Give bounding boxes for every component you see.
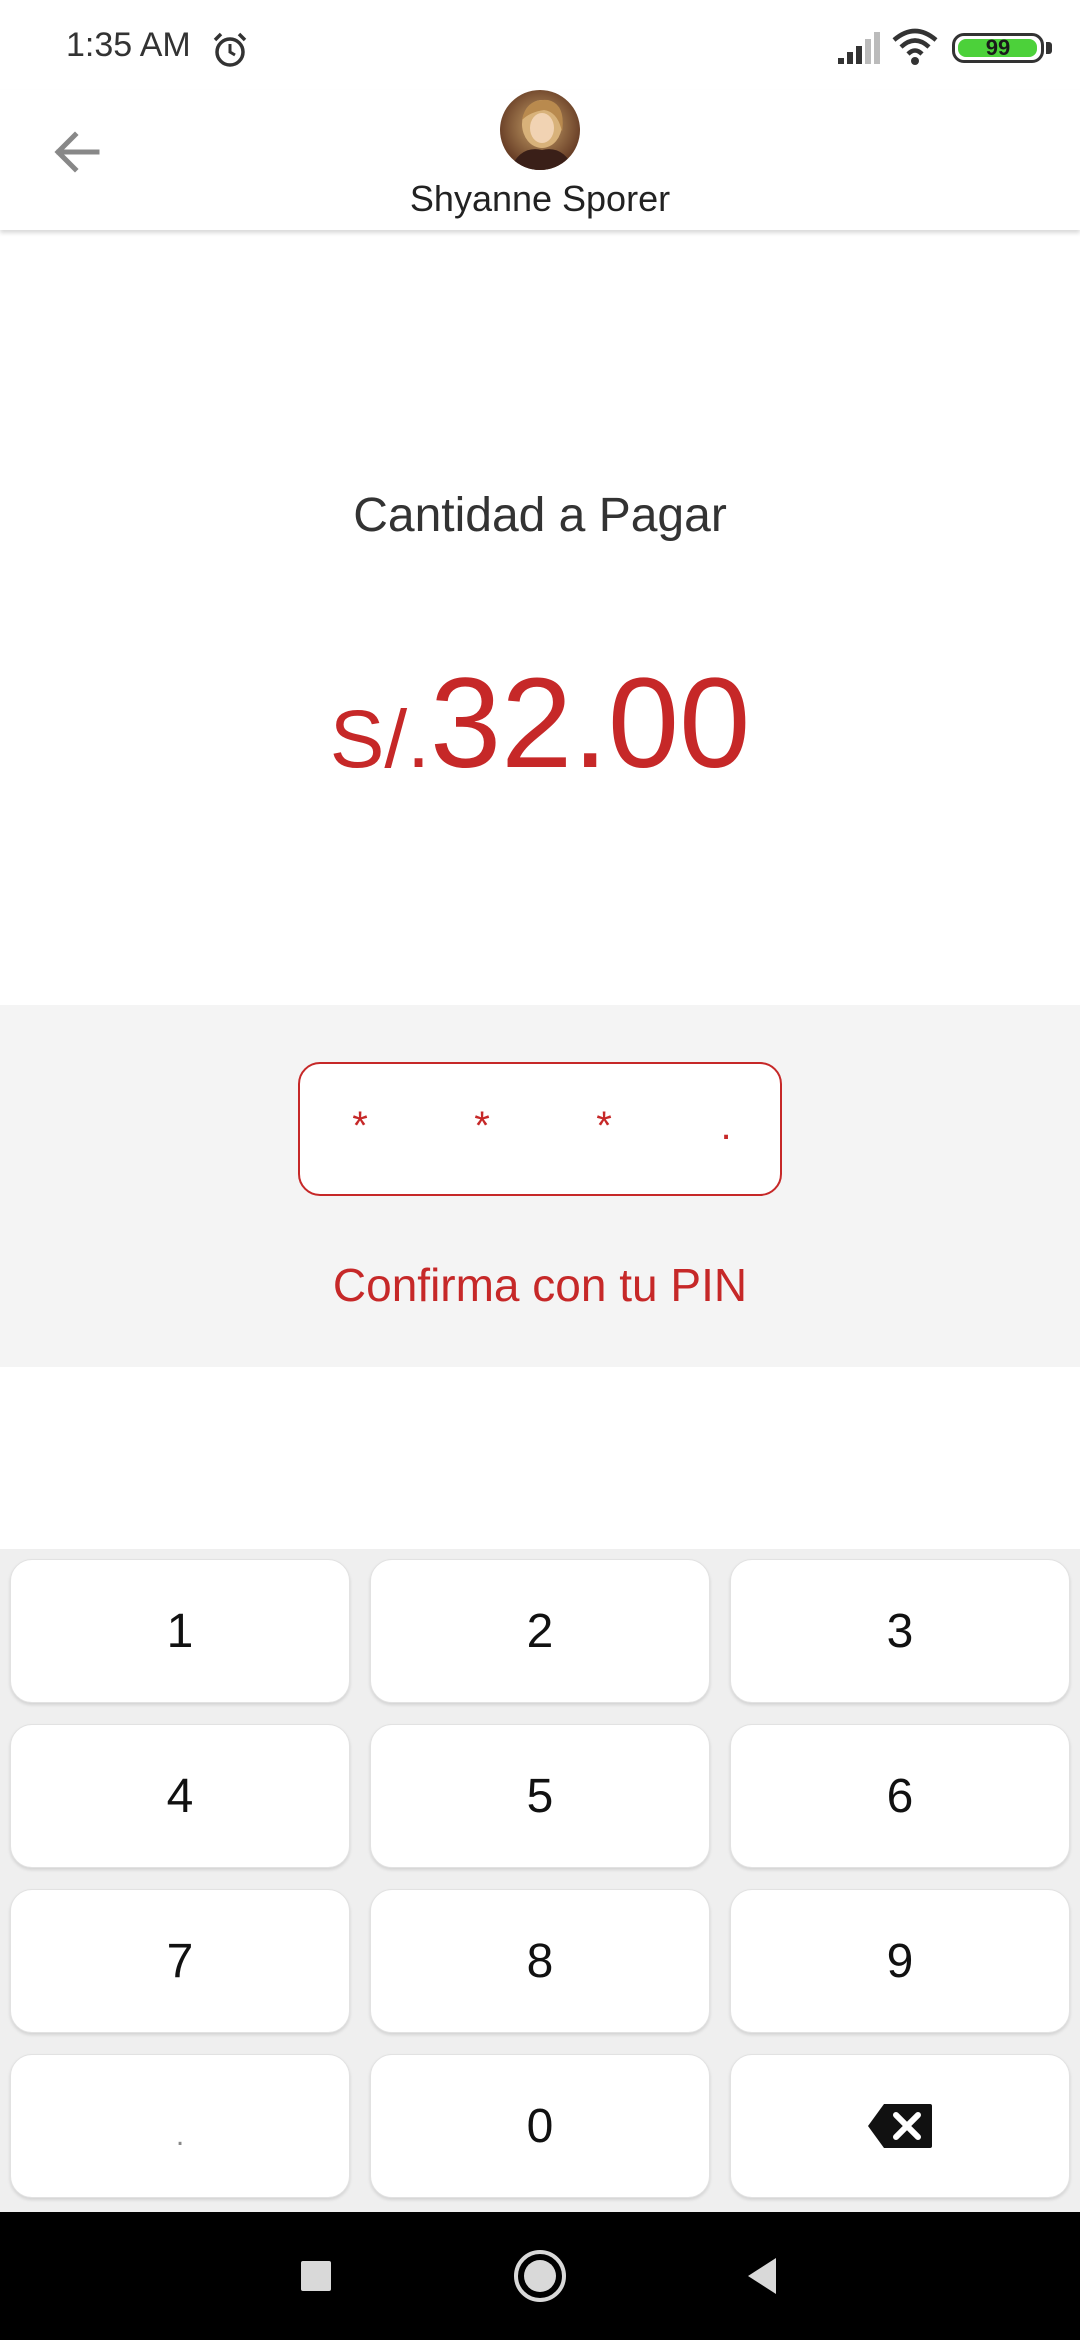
- currency-symbol: S/.: [329, 694, 430, 785]
- avatar-photo: [500, 90, 580, 170]
- amount-display: S/.32.00: [0, 650, 1080, 797]
- alarm-clock-icon: [213, 32, 247, 67]
- avatar: [500, 90, 580, 170]
- home-circle-icon: [514, 2250, 566, 2302]
- key-0[interactable]: 0: [370, 2054, 710, 2198]
- pin-input[interactable]: * * * .: [298, 1062, 782, 1196]
- amount-value: 32.00: [429, 652, 751, 795]
- app-header: Shyanne Sporer: [0, 90, 1080, 230]
- home-button[interactable]: [500, 2236, 580, 2316]
- pin-digit-2: *: [474, 1104, 490, 1148]
- back-triangle-icon: [748, 2258, 776, 2294]
- key-decimal[interactable]: .: [10, 2054, 350, 2198]
- pin-digit-1: *: [352, 1104, 368, 1148]
- recents-square-icon: [301, 2261, 331, 2291]
- backspace-button[interactable]: [730, 2054, 1070, 2198]
- status-bar: 1:35 AM 99: [0, 0, 1080, 90]
- nav-back-button[interactable]: [722, 2236, 802, 2316]
- pin-digit-4: .: [720, 1104, 732, 1148]
- wifi-icon: [892, 28, 938, 65]
- key-4[interactable]: 4: [10, 1724, 350, 1868]
- pin-hint: Confirma con tu PIN: [332, 1259, 748, 1311]
- amount-label: Cantidad a Pagar: [353, 489, 727, 542]
- key-8[interactable]: 8: [370, 1889, 710, 2033]
- battery-percent: 99: [985, 35, 1011, 60]
- arrow-left-icon: [54, 131, 100, 173]
- battery-indicator: 99: [952, 33, 1054, 65]
- key-5[interactable]: 5: [370, 1724, 710, 1868]
- key-9[interactable]: 9: [730, 1889, 1070, 2033]
- status-time: 1:35 AM: [66, 26, 191, 64]
- key-2[interactable]: 2: [370, 1559, 710, 1703]
- recents-button[interactable]: [276, 2236, 356, 2316]
- pin-section: * * * . Confirma con tu PIN: [0, 1005, 1080, 1367]
- pin-digit-3: *: [596, 1104, 612, 1148]
- contact-name: Shyanne Sporer: [409, 178, 671, 219]
- key-7[interactable]: 7: [10, 1889, 350, 2033]
- system-nav-bar: [0, 2212, 1080, 2340]
- key-1[interactable]: 1: [10, 1559, 350, 1703]
- backspace-icon: [868, 2104, 932, 2148]
- key-6[interactable]: 6: [730, 1724, 1070, 1868]
- numeric-keypad: 1 2 3 4 5 6 7 8 9 . 0: [0, 1549, 1080, 2212]
- key-3[interactable]: 3: [730, 1559, 1070, 1703]
- cell-signal-icon: [838, 32, 880, 64]
